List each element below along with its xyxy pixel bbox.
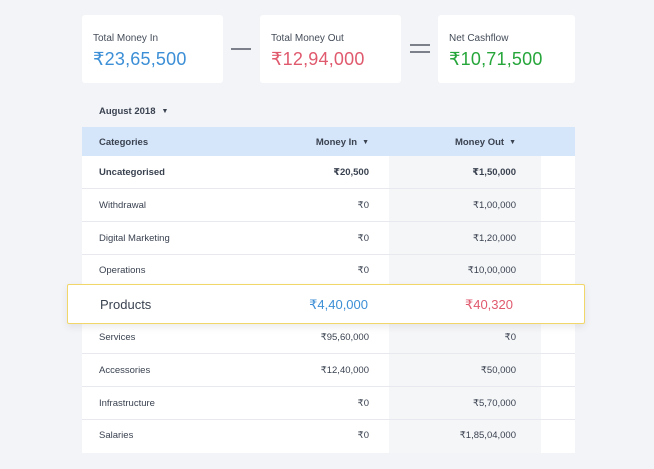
row-money-in: ₹0 (357, 398, 369, 409)
caret-down-icon: ▼ (509, 139, 516, 146)
net-cashflow-value: ₹10,71,500 (449, 49, 543, 69)
total-money-in-label: Total Money In (93, 33, 159, 44)
row-money-in: ₹12,40,000 (320, 365, 369, 376)
table-row[interactable]: Digital Marketing ₹0 ₹1,20,000 (82, 222, 575, 255)
row-money-in: ₹95,60,000 (320, 332, 369, 343)
row-category: Infrastructure (99, 398, 155, 409)
highlighted-row-products[interactable]: Products ₹4,40,000 ₹40,320 (67, 284, 585, 324)
row-category: Products (100, 297, 152, 312)
row-category: Services (99, 332, 136, 343)
table-row[interactable]: Accessories ₹12,40,000 ₹50,000 (82, 354, 575, 387)
table-row[interactable]: Salaries ₹0 ₹1,85,04,000 (82, 419, 575, 452)
header-categories-label: Categories (99, 137, 149, 148)
row-money-out: ₹10,00,000 (467, 265, 516, 276)
table-row[interactable]: Uncategorised ₹20,500 ₹1,50,000 (82, 156, 575, 189)
row-category: Operations (99, 265, 146, 276)
row-money-out: ₹1,20,000 (472, 233, 516, 244)
table-row[interactable]: Withdrawal ₹0 ₹1,00,000 (82, 189, 575, 222)
row-money-in: ₹0 (357, 233, 369, 244)
header-money-out-sort[interactable]: Money Out ▼ (455, 137, 516, 148)
row-money-out: ₹0 (504, 332, 516, 343)
table-header: Categories Money In ▼ Money Out ▼ (82, 127, 575, 156)
row-money-in: ₹4,40,000 (309, 297, 368, 312)
row-category: Accessories (99, 365, 151, 376)
header-money-in-sort[interactable]: Money In ▼ (316, 137, 369, 148)
total-money-out-label: Total Money Out (271, 33, 344, 44)
total-money-in-value: ₹23,65,500 (93, 49, 187, 69)
header-money-out-label: Money Out (454, 137, 505, 148)
table-row[interactable]: Operations ₹0 ₹10,00,000 (82, 254, 575, 287)
total-money-in-card: Total Money In ₹23,65,500 (82, 15, 223, 83)
minus-icon (231, 38, 251, 60)
table-row[interactable]: Infrastructure ₹0 ₹5,70,000 (82, 387, 575, 420)
month-dropdown[interactable]: August 2018 ▼ (99, 106, 168, 117)
caret-down-icon: ▼ (362, 139, 369, 146)
row-category: Digital Marketing (99, 233, 170, 244)
month-dropdown-label: August 2018 (99, 106, 156, 117)
row-category: Withdrawal (99, 200, 146, 211)
row-money-out: ₹5,70,000 (472, 398, 516, 409)
row-money-in: ₹0 (357, 265, 369, 276)
equals-icon (410, 38, 430, 60)
row-money-out: ₹50,000 (480, 365, 516, 376)
row-money-in: ₹0 (357, 430, 369, 441)
header-categories: Categories (99, 137, 148, 148)
row-money-out: ₹40,320 (464, 297, 513, 312)
table-row[interactable]: Services ₹95,60,000 ₹0 (82, 321, 575, 354)
header-money-in-label: Money In (315, 137, 358, 148)
row-category: Salaries (99, 430, 134, 441)
row-category: Uncategorised (99, 167, 165, 178)
caret-down-icon: ▼ (161, 108, 169, 115)
row-money-out: ₹1,00,000 (472, 200, 516, 211)
total-money-out-card: Total Money Out ₹12,94,000 (260, 15, 401, 83)
row-money-in: ₹0 (357, 200, 369, 211)
net-cashflow-card: Net Cashflow ₹10,71,500 (438, 15, 575, 83)
row-money-out: ₹1,85,04,000 (459, 430, 516, 441)
net-cashflow-label: Net Cashflow (449, 33, 509, 44)
row-money-out: ₹1,50,000 (472, 167, 516, 178)
total-money-out-value: ₹12,94,000 (271, 49, 365, 69)
row-money-in: ₹20,500 (333, 167, 369, 178)
